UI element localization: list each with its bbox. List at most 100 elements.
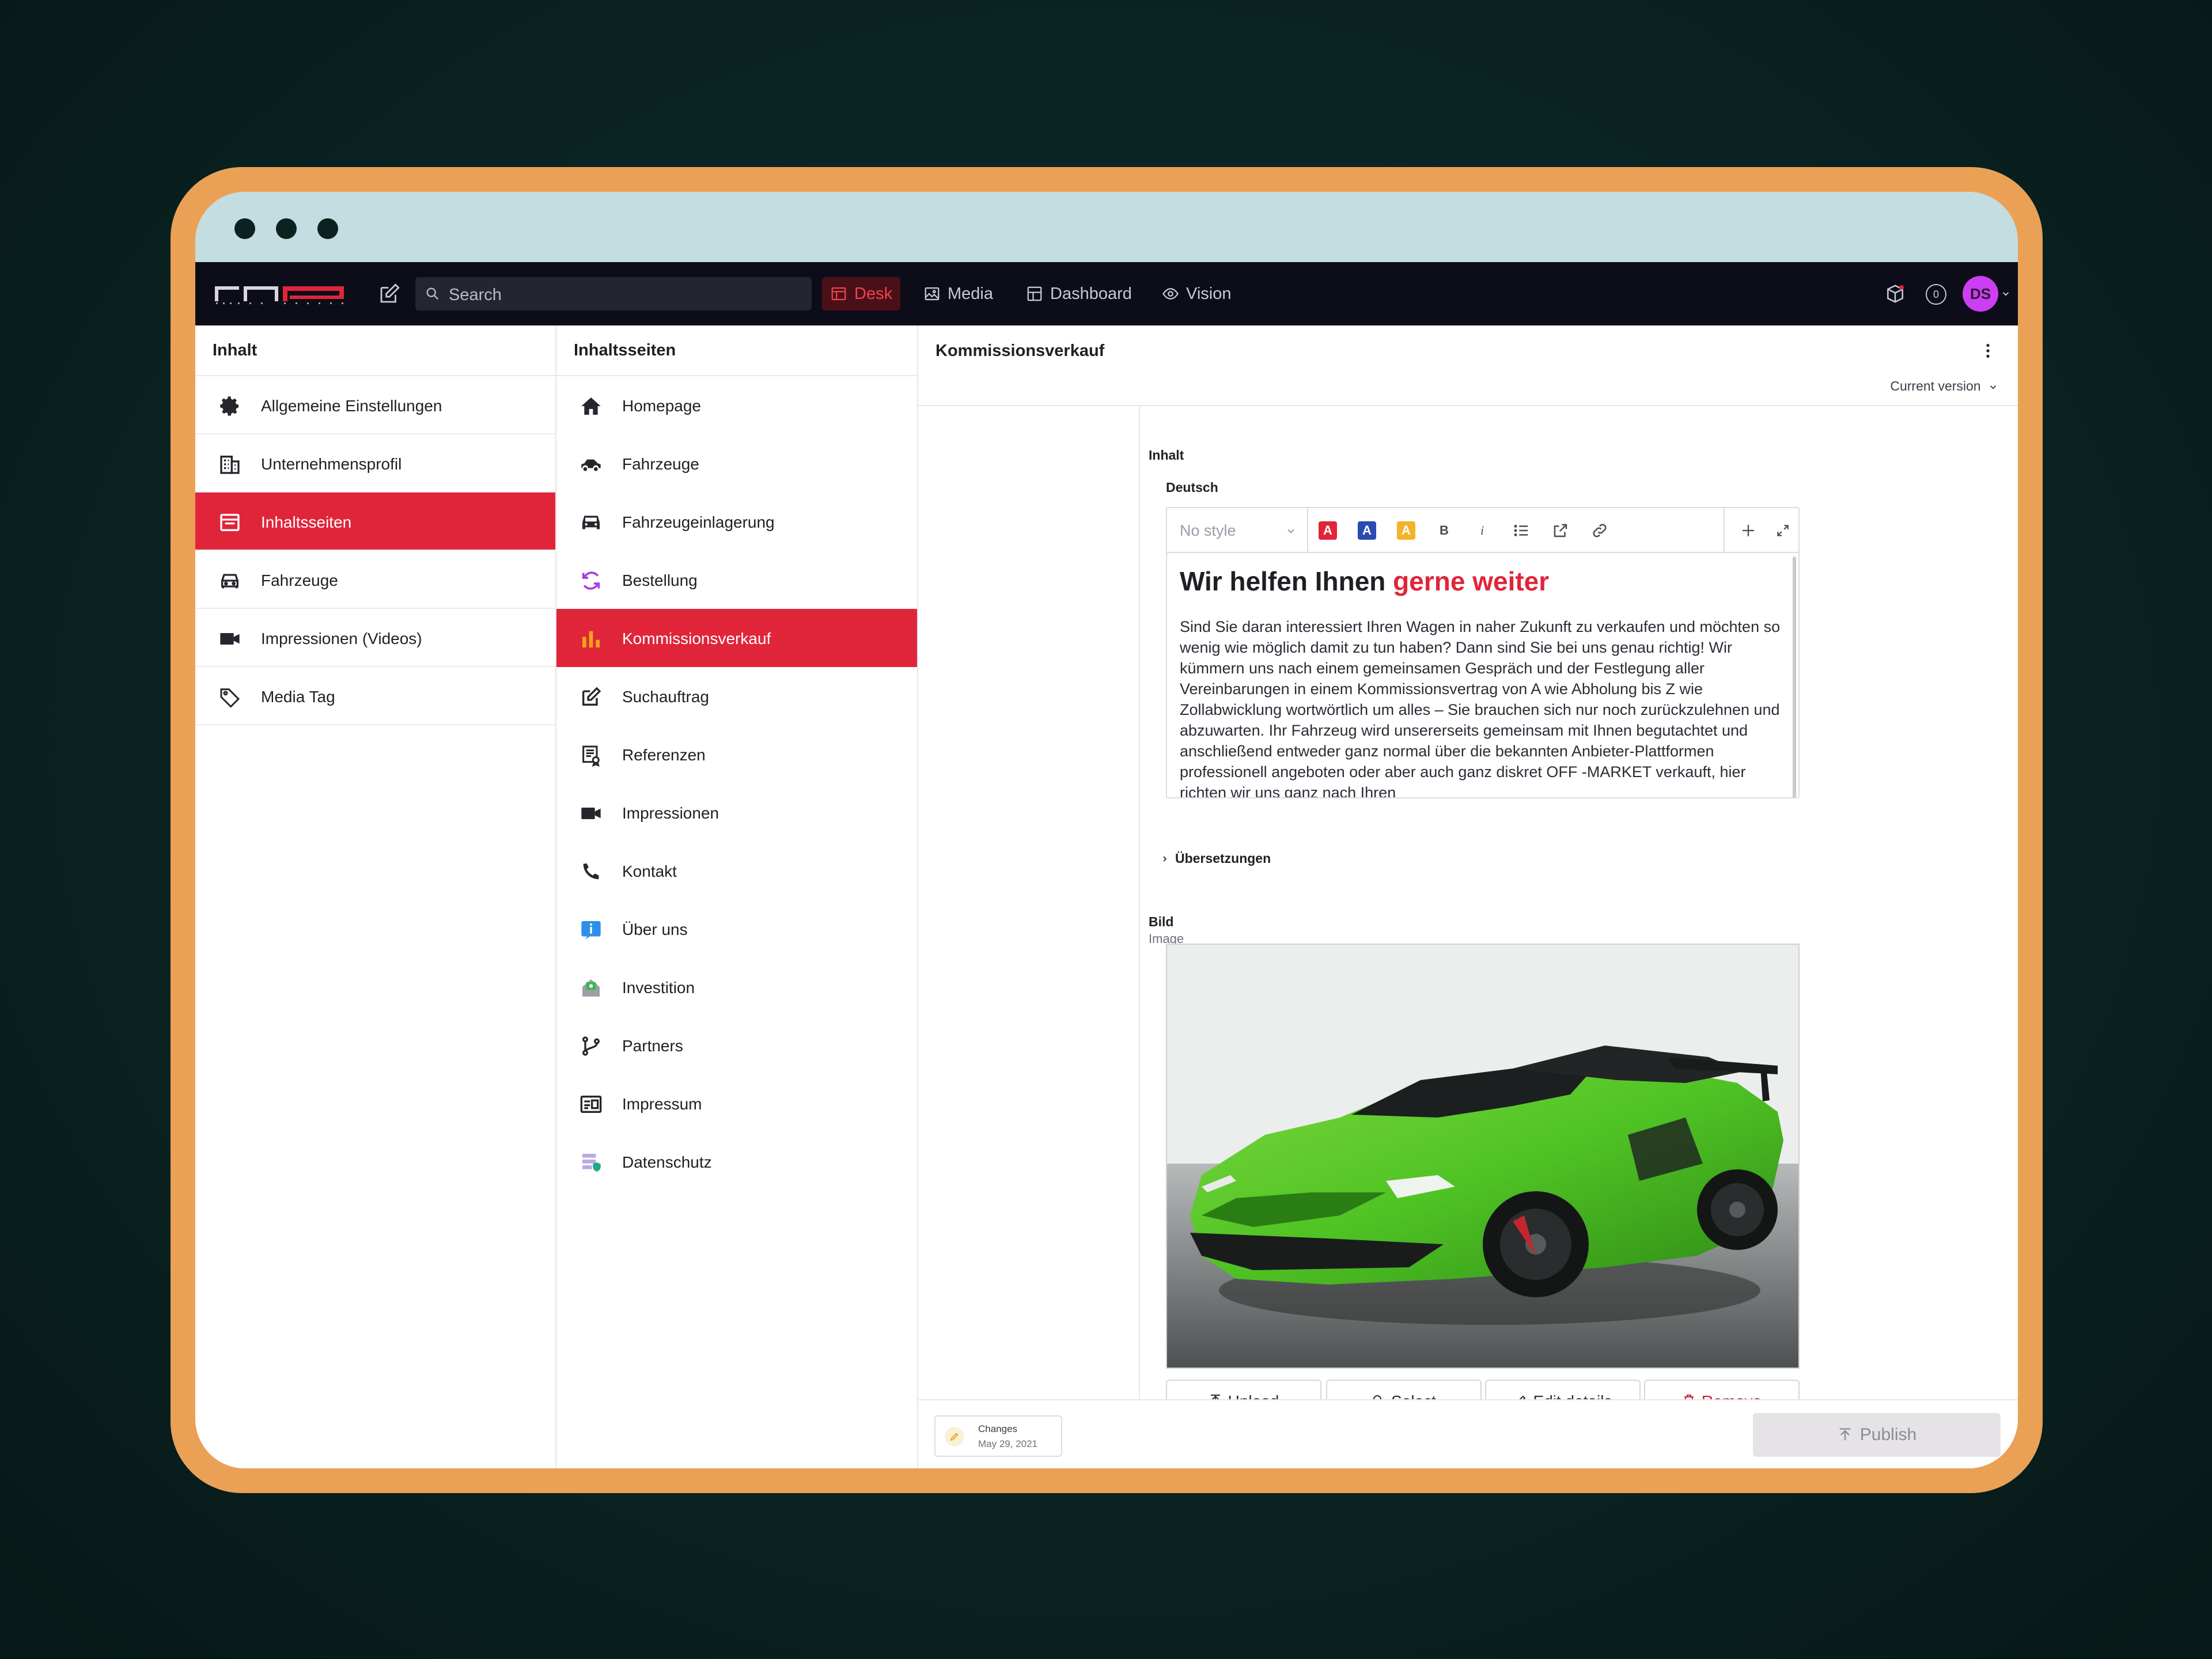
app-window: Search Desk Media Dashboard Vision 0 DS … — [195, 192, 2018, 1468]
id-card-icon — [580, 1096, 602, 1113]
pane-title: Inhalt — [195, 325, 555, 376]
nav-dashboard[interactable]: Dashboard — [1018, 277, 1140, 310]
list-icon — [1514, 525, 1528, 536]
text-color-red-button[interactable]: A — [1318, 521, 1338, 540]
chevron-down-icon[interactable] — [2001, 289, 2011, 299]
gear-icon — [220, 396, 238, 416]
text-color-yellow-button[interactable]: A — [1396, 521, 1416, 540]
italic-button[interactable]: i — [1472, 521, 1492, 540]
home-icon — [581, 397, 601, 415]
plus-icon — [1743, 525, 1754, 536]
compose-icon[interactable] — [377, 282, 402, 306]
shield-list-icon — [582, 1154, 601, 1172]
pane1-item-allgemeine-einstellungen[interactable]: Allgemeine Einstellungen — [195, 376, 555, 434]
insert-button[interactable] — [1738, 521, 1758, 540]
refresh-icon — [582, 571, 600, 590]
pane2-item-investition[interactable]: Investition — [556, 958, 917, 1016]
pane2-item-partners[interactable]: Partners — [556, 1016, 917, 1074]
document-header: Kommissionsverkauf Current version — [918, 325, 2018, 406]
style-select[interactable]: No style — [1167, 508, 1308, 552]
top-navbar: Search Desk Media Dashboard Vision 0 DS — [195, 262, 2018, 325]
publish-button[interactable]: Publish — [1753, 1413, 2001, 1457]
editor-scrollbar[interactable] — [1793, 556, 1796, 797]
branch-icon — [582, 1036, 600, 1056]
pane2-item-bestellung[interactable]: Bestellung — [556, 551, 917, 609]
brand-logo[interactable] — [215, 282, 346, 306]
pane2-item-fahrzeuge[interactable]: Fahrzeuge — [556, 434, 917, 493]
window-minimize-dot[interactable] — [276, 218, 297, 239]
text-color-blue-button[interactable]: A — [1357, 521, 1377, 540]
publish-icon — [1839, 1428, 1851, 1441]
document-pane: Kommissionsverkauf Current version Inhal… — [918, 325, 2018, 1468]
expand-icon — [1777, 525, 1789, 536]
pane1-item-inhaltsseiten[interactable]: Inhaltsseiten — [195, 493, 555, 551]
car-icon — [581, 459, 601, 471]
device-frame: Search Desk Media Dashboard Vision 0 DS … — [171, 167, 2043, 1493]
edit-status-icon — [945, 1427, 964, 1446]
pane2-item-ueber-uns[interactable]: Über uns — [556, 900, 917, 958]
chevron-down-icon — [1990, 385, 1997, 389]
page-icon — [220, 514, 240, 531]
pane2-item-suchauftrag[interactable]: Suchauftrag — [556, 667, 917, 725]
car-image[interactable] — [1166, 944, 1800, 1369]
search-icon — [426, 287, 439, 300]
changes-button[interactable]: Changes May 29, 2021 — [934, 1415, 1062, 1457]
certificate-icon — [582, 745, 600, 767]
image-icon — [925, 287, 940, 301]
editor-content[interactable]: Wir helfen Ihnen gerne weiter Sind Sie d… — [1180, 566, 1785, 798]
document-footer: Changes May 29, 2021 Publish — [918, 1399, 2018, 1468]
pane1-item-fahrzeuge[interactable]: Fahrzeuge — [195, 551, 555, 609]
edit-icon — [582, 687, 601, 706]
pane-title: Inhaltsseiten — [556, 325, 917, 376]
search-input[interactable]: Search — [415, 277, 812, 310]
window-maximize-dot[interactable] — [317, 218, 338, 239]
money-icon — [582, 979, 600, 997]
pane-inhalt: Inhalt Allgemeine Einstellungen Unterneh… — [195, 325, 556, 1468]
external-link-icon — [1554, 524, 1567, 537]
bar-chart-icon — [582, 631, 600, 647]
nav-media[interactable]: Media — [915, 277, 1001, 310]
bullet-list-button[interactable] — [1512, 521, 1531, 540]
building-icon — [220, 456, 240, 474]
version-select[interactable]: Current version — [1890, 378, 1998, 394]
info-icon — [581, 921, 601, 940]
pane2-item-fahrzeugeinlagerung[interactable]: Fahrzeugeinlagerung — [556, 493, 917, 551]
link-icon — [1593, 524, 1607, 537]
pane2-item-impressum[interactable]: Impressum — [556, 1074, 917, 1132]
external-link-button[interactable] — [1551, 521, 1570, 540]
toolbar-divider — [1724, 508, 1725, 552]
content-paragraph: Sind Sie daran interessiert Ihren Wagen … — [1180, 618, 1781, 798]
notification-badge[interactable]: 0 — [1926, 284, 1946, 305]
pane2-item-kontakt[interactable]: Kontakt — [556, 842, 917, 900]
field-label-bild: Bild — [1149, 914, 1174, 929]
editor-toolbar: No style A A A B i — [1167, 508, 1798, 553]
pane2-item-impressionen[interactable]: Impressionen — [556, 783, 917, 842]
video-icon — [220, 633, 240, 645]
translations-toggle[interactable]: Übersetzungen — [1160, 851, 1271, 866]
pane2-item-datenschutz[interactable]: Datenschutz — [556, 1132, 917, 1191]
chevron-down-icon — [1287, 529, 1294, 533]
link-button[interactable] — [1590, 521, 1609, 540]
pane2-item-homepage[interactable]: Homepage — [556, 376, 917, 434]
nav-desk[interactable]: Desk — [822, 277, 901, 310]
pane1-item-impressionen-videos[interactable]: Impressionen (Videos) — [195, 609, 555, 667]
nav-vision[interactable]: Vision — [1154, 277, 1239, 310]
pane1-item-media-tag[interactable]: Media Tag — [195, 667, 555, 725]
content-heading: Wir helfen Ihnen gerne weiter — [1180, 566, 1550, 596]
pane2-item-referenzen[interactable]: Referenzen — [556, 725, 917, 783]
dashboard-icon — [1027, 286, 1042, 301]
package-icon[interactable] — [1884, 283, 1906, 305]
pane1-item-unternehmensprofil[interactable]: Unternehmensprofil — [195, 434, 555, 493]
rich-text-editor[interactable]: No style A A A B i Wir helfen Ihnen gern… — [1166, 507, 1800, 798]
bold-button[interactable]: B — [1434, 521, 1454, 540]
more-vertical-icon[interactable] — [1979, 342, 1997, 360]
field-label-inhalt: Inhalt — [1149, 448, 1184, 463]
fullscreen-button[interactable] — [1773, 521, 1793, 540]
search-placeholder: Search — [449, 286, 502, 304]
window-close-dot[interactable] — [234, 218, 255, 239]
car-front-icon — [582, 516, 600, 529]
tag-icon — [220, 688, 240, 708]
divider — [1139, 406, 1140, 1403]
avatar[interactable]: DS — [1963, 276, 1998, 312]
pane2-item-kommissionsverkauf[interactable]: Kommissionsverkauf — [556, 609, 917, 667]
